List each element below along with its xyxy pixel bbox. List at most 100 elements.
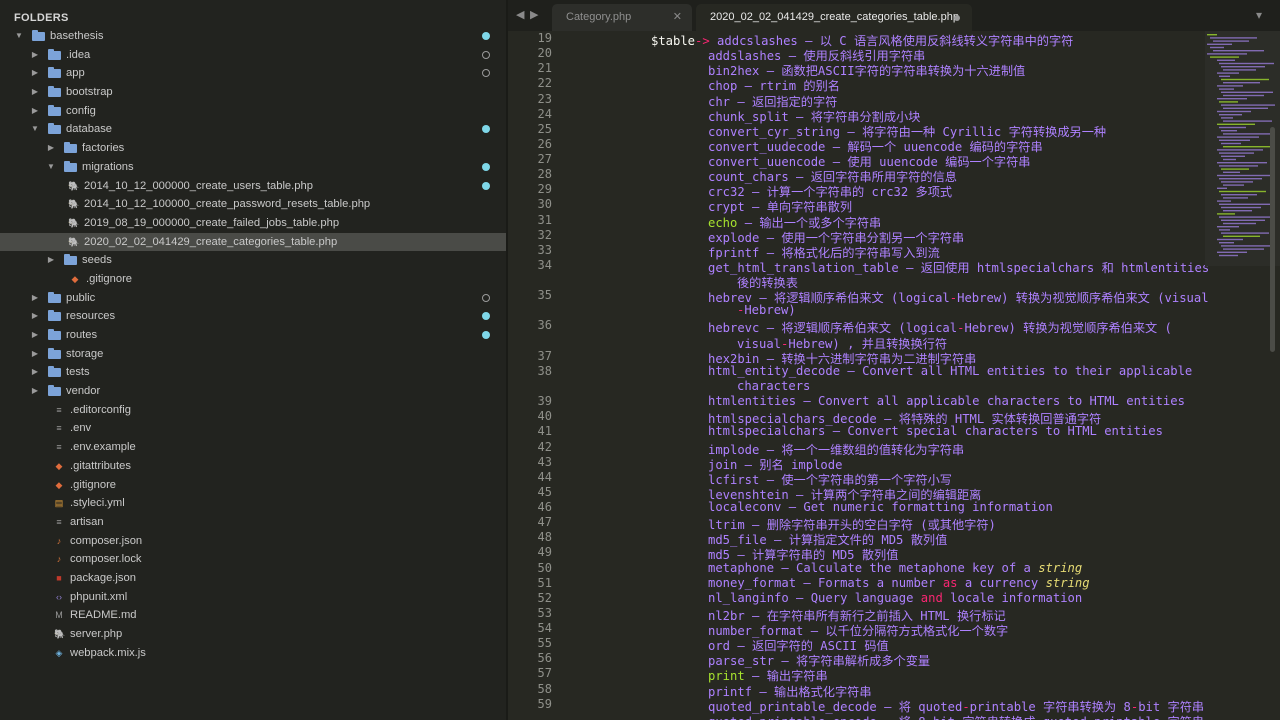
tree-item[interactable]: ♪ composer.json	[0, 532, 506, 551]
chevron-right-icon[interactable]: ▶	[30, 307, 40, 326]
scrollbar-thumb[interactable]	[1270, 127, 1275, 352]
nav-forward-icon[interactable]: ▶	[530, 8, 538, 21]
chevron-down-icon[interactable]: ▼	[46, 158, 56, 177]
untracked-dot-icon	[482, 293, 490, 302]
tree-item[interactable]: ■ package.json	[0, 569, 506, 588]
untracked-dot-icon	[482, 69, 490, 78]
tree-item-label: .env	[70, 422, 92, 435]
tab-label: Category.php	[566, 11, 632, 23]
tree-item[interactable]: ▶ tests	[0, 363, 506, 382]
tree-item[interactable]: ▼ migrations	[0, 158, 506, 177]
unsaved-dot-icon[interactable]	[954, 15, 960, 21]
chevron-right-icon[interactable]: ▶	[30, 382, 40, 401]
chevron-right-icon[interactable]: ▶	[30, 326, 40, 345]
modified-dot-icon	[482, 125, 490, 134]
tree-item[interactable]: ≡ artisan	[0, 513, 506, 532]
minimap-line	[1223, 248, 1264, 250]
chevron-right-icon[interactable]: ▶	[30, 363, 40, 382]
line-number: 57	[537, 666, 552, 681]
tab-create-categories-table[interactable]: 2020_02_02_041429_create_categories_tabl…	[696, 4, 972, 31]
tree-item[interactable]: 🐘 2019_08_19_000000_create_failed_jobs_ta…	[0, 214, 506, 233]
code-editor[interactable]: $table-> addcslashes — 以 C 语言风格使用反斜线转义字符…	[560, 31, 1210, 720]
tree-item[interactable]: 🐘 2014_10_12_000000_create_users_table.ph…	[0, 177, 506, 196]
folder-icon	[64, 160, 77, 172]
tree-item[interactable]: ◆ .gitignore	[0, 270, 506, 289]
tree-item-label: .gitignore	[86, 272, 133, 285]
minimap-line	[1219, 203, 1270, 205]
modified-dot-icon	[482, 331, 490, 339]
line-number: 51	[537, 575, 552, 590]
tree-item[interactable]: 🐘 server.php	[0, 625, 506, 644]
line-number: 42	[537, 439, 552, 454]
tree-item[interactable]: ≡ .editorconfig	[0, 401, 506, 420]
code-line: metaphone — Calculate the metaphone key …	[708, 560, 1083, 575]
minimap-line	[1221, 130, 1237, 132]
chevron-right-icon[interactable]: ▶	[30, 83, 40, 102]
tab-category[interactable]: Category.php ✕	[552, 4, 692, 31]
tree-item[interactable]: ≡ .env.example	[0, 438, 506, 457]
tab-bar: ◀ ▶ Category.php ✕ 2020_02_02_041429_cre…	[508, 0, 1280, 31]
tree-item[interactable]: ▶ bootstrap	[0, 83, 506, 102]
tree-item[interactable]: ▶ .idea	[0, 46, 506, 65]
tree-item[interactable]: ▼ database	[0, 120, 506, 139]
chevron-down-icon[interactable]: ▼	[30, 120, 40, 139]
minimap-line	[1221, 181, 1253, 183]
tree-item[interactable]: ▶ app	[0, 64, 506, 83]
tree-item[interactable]: ▼ basethesis	[0, 27, 506, 46]
minimap-line	[1217, 110, 1251, 113]
tree-item-label: package.json	[70, 571, 136, 584]
tree-item-label: .idea	[66, 48, 91, 61]
folder-icon	[48, 86, 61, 98]
minimap-line	[1223, 158, 1236, 161]
nav-back-icon[interactable]: ◀	[516, 8, 524, 21]
line-number: 52	[537, 590, 552, 605]
tree-item-label: .gitignore	[70, 478, 117, 491]
php-file-icon: 🐘	[68, 180, 80, 191]
chevron-right-icon[interactable]: ▶	[46, 139, 56, 158]
tree-item[interactable]: M README.md	[0, 606, 506, 625]
chevron-right-icon[interactable]: ▶	[30, 289, 40, 308]
minimap-line	[1221, 142, 1241, 145]
line-number: 54	[537, 621, 552, 636]
chevron-right-icon[interactable]: ▶	[46, 251, 56, 270]
tree-item[interactable]: 🐘 2014_10_12_100000_create_password_reset…	[0, 195, 506, 214]
tree-item[interactable]: ▶ public	[0, 289, 506, 308]
tree-item-label: composer.lock	[70, 553, 142, 566]
tree-item[interactable]: ◆ .gitattributes	[0, 457, 506, 476]
tree-item[interactable]: ‹› phpunit.xml	[0, 588, 506, 607]
chevron-right-icon[interactable]: ▶	[30, 102, 40, 121]
file-tree: ▼ basethesis ▶ .idea ▶ app ▶ bootstrap ▶ config ▼ d…	[0, 27, 506, 662]
chevron-right-icon[interactable]: ▶	[30, 345, 40, 364]
code-line: money_format — Formats a number as a cur…	[708, 575, 1090, 590]
tree-item[interactable]: ≡ .env	[0, 419, 506, 438]
tree-item[interactable]: ▶ factories	[0, 139, 506, 158]
line-number: 46	[537, 500, 552, 515]
tree-item[interactable]: ▶ storage	[0, 345, 506, 364]
minimap-line	[1217, 59, 1235, 61]
tab-menu-icon[interactable]: ▾	[1256, 8, 1262, 22]
composer-file-icon: ♪	[56, 535, 62, 546]
tree-item[interactable]: ▶ config	[0, 102, 506, 121]
tree-item-label: config	[66, 104, 96, 117]
tree-item[interactable]: ▤ .styleci.yml	[0, 494, 506, 513]
chevron-right-icon[interactable]: ▶	[30, 64, 40, 83]
tree-item[interactable]: ▶ seeds	[0, 251, 506, 270]
tree-item[interactable]: ◈ webpack.mix.js	[0, 644, 506, 663]
tree-item[interactable]: ▶ routes	[0, 326, 506, 345]
tree-item[interactable]: ▶ vendor	[0, 382, 506, 401]
line-number: 26	[537, 136, 552, 151]
tree-item[interactable]: ▶ resources	[0, 307, 506, 326]
chevron-right-icon[interactable]: ▶	[30, 46, 40, 65]
tree-item[interactable]: ◆ .gitignore	[0, 476, 506, 495]
line-number: 39	[537, 394, 552, 409]
tree-item-label: phpunit.xml	[70, 590, 128, 603]
tree-item[interactable]: ♪ composer.lock	[0, 550, 506, 569]
line-number: 29	[537, 182, 552, 197]
minimap[interactable]	[1205, 31, 1280, 720]
tree-item[interactable]: 🐘 2020_02_02_041429_create_categories_tab…	[0, 232, 506, 252]
tree-item-label: seeds	[82, 254, 112, 267]
code-line: nl_langinfo — Query language and locale …	[708, 590, 1083, 605]
chevron-down-icon[interactable]: ▼	[14, 27, 24, 46]
close-icon[interactable]: ✕	[673, 4, 682, 31]
folder-icon	[48, 366, 61, 378]
